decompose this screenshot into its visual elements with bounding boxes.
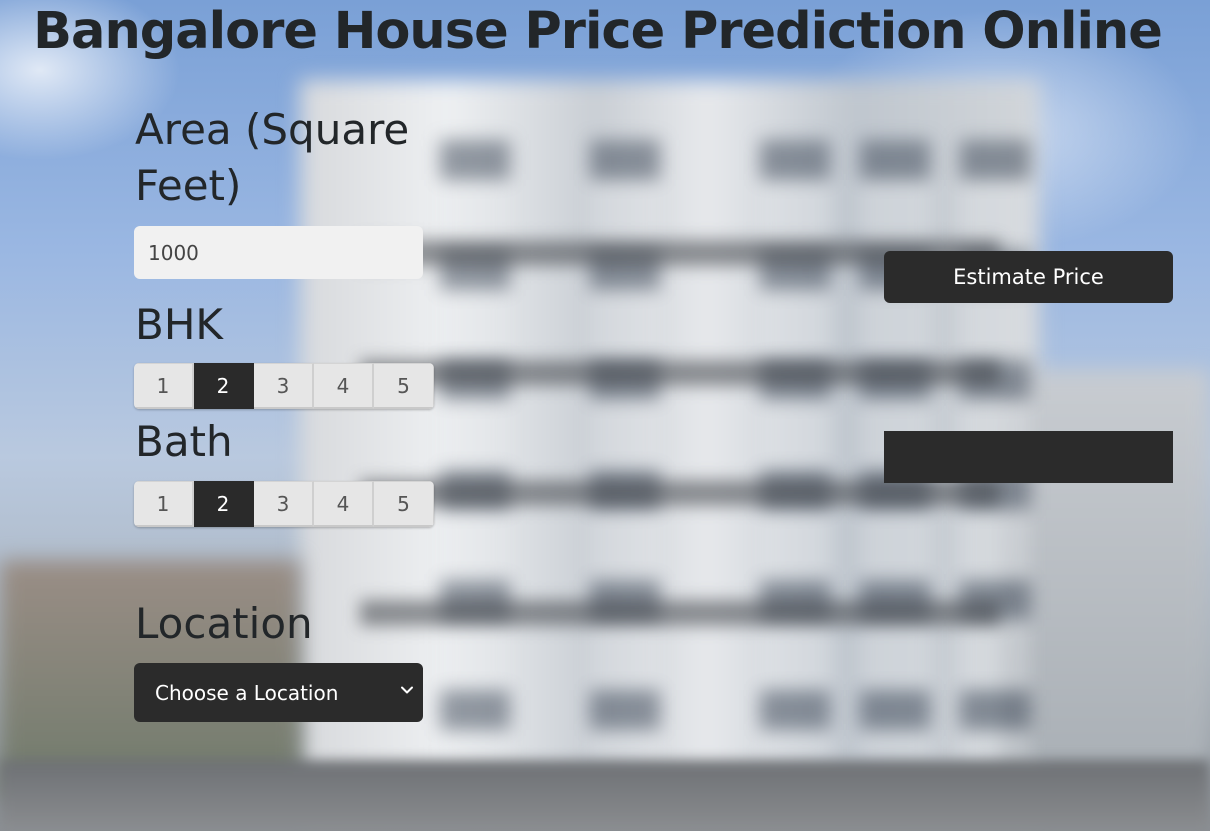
prediction-form: Bangalore House Price Prediction Online …	[0, 0, 1210, 831]
location-label: Location	[135, 599, 313, 648]
area-input[interactable]	[134, 226, 423, 279]
bath-option-5[interactable]: 5	[374, 481, 434, 527]
bhk-selector: 1 2 3 4 5	[134, 363, 434, 409]
bath-option-1[interactable]: 1	[134, 481, 194, 527]
bhk-option-3[interactable]: 3	[254, 363, 314, 409]
estimated-price-result	[884, 431, 1173, 483]
estimate-price-button[interactable]: Estimate Price	[884, 251, 1173, 303]
bhk-label: BHK	[135, 300, 223, 349]
location-select-value: Choose a Location	[155, 680, 339, 705]
bath-option-4[interactable]: 4	[314, 481, 374, 527]
bhk-option-5[interactable]: 5	[374, 363, 434, 409]
bath-option-3[interactable]: 3	[254, 481, 314, 527]
area-label: Area (Square Feet)	[135, 105, 410, 210]
bhk-option-1[interactable]: 1	[134, 363, 194, 409]
bhk-option-2[interactable]: 2	[194, 363, 254, 409]
bhk-option-4[interactable]: 4	[314, 363, 374, 409]
bath-selector: 1 2 3 4 5	[134, 481, 434, 527]
bath-option-2[interactable]: 2	[194, 481, 254, 527]
chevron-down-icon	[401, 686, 413, 694]
location-select[interactable]: Choose a Location	[134, 663, 423, 722]
page-title: Bangalore House Price Prediction Online	[33, 2, 1163, 61]
bath-label: Bath	[135, 417, 233, 466]
